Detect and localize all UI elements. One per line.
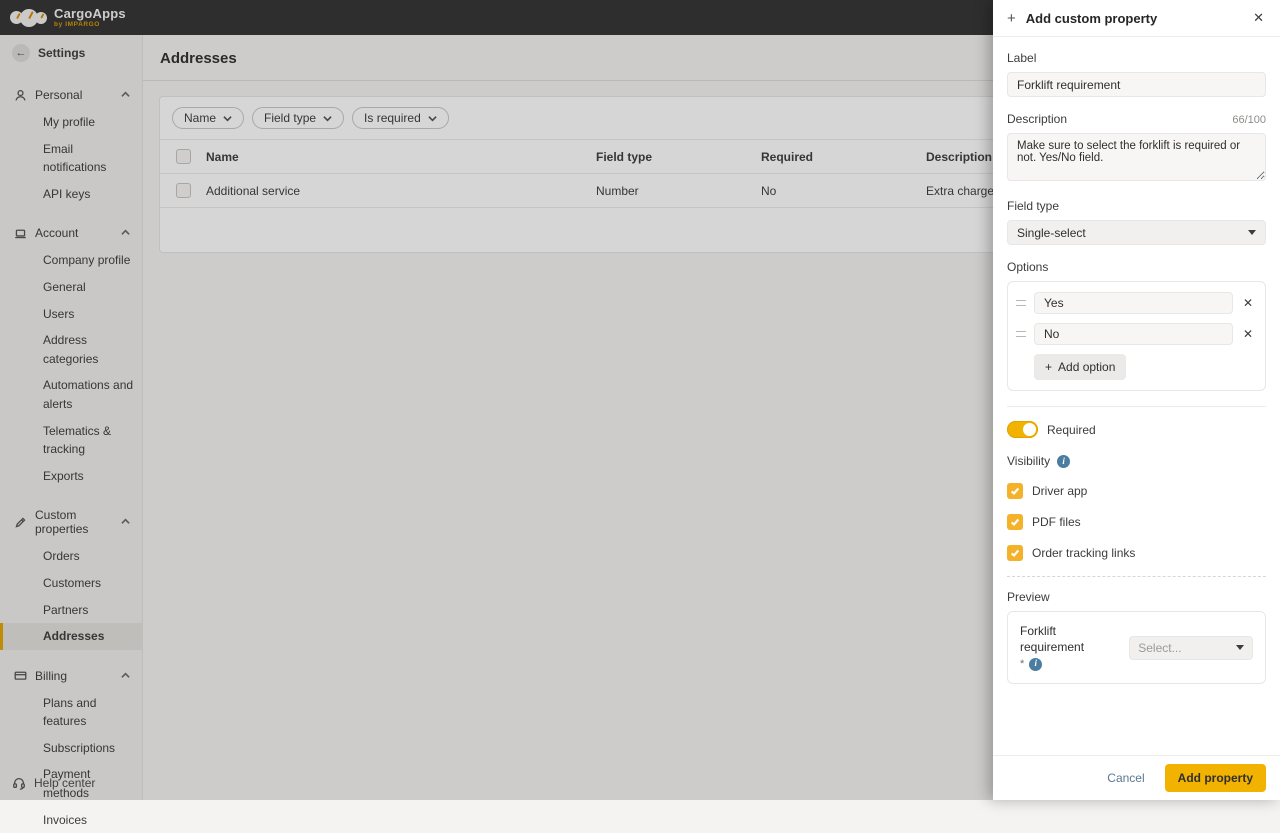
preview-card: Forklift requirement * i Select... [1007,611,1266,684]
caret-down-icon [1236,645,1244,650]
info-icon[interactable]: i [1029,658,1042,671]
caret-down-icon [1248,230,1256,235]
visibility-order-tracking-links[interactable]: Order tracking links [1007,545,1266,561]
character-counter: 66/100 [1232,114,1266,126]
option-input-yes[interactable] [1034,292,1233,314]
drawer-title: Add custom property [1026,11,1241,26]
cancel-button[interactable]: Cancel [1107,771,1144,785]
label-field-label: Label [1007,51,1266,65]
option-row: ✕ [1016,292,1255,314]
add-custom-property-drawer: + Add custom property ✕ Label Descriptio… [993,0,1280,800]
sidebar-item-invoices[interactable]: Invoices [0,807,142,833]
field-type-label: Field type [1007,199,1266,213]
required-asterisk: * [1020,657,1024,671]
preview-field-label: Forklift requirement [1020,624,1121,655]
description-textarea[interactable]: Make sure to select the forklift is requ… [1007,133,1266,181]
option-row: ✕ [1016,323,1255,345]
close-icon[interactable]: ✕ [1251,8,1266,28]
preview-label: Preview [1007,590,1266,604]
info-icon[interactable]: i [1057,455,1070,468]
add-option-button[interactable]: + Add option [1034,354,1126,380]
description-field-label: Description [1007,112,1067,126]
plus-icon: + [1045,360,1052,374]
required-toggle-label: Required [1047,423,1096,437]
checkbox-checked-icon[interactable] [1007,514,1023,530]
remove-option-icon[interactable]: ✕ [1241,327,1255,341]
visibility-pdf-files[interactable]: PDF files [1007,514,1266,530]
visibility-label: Visibility [1007,454,1050,468]
options-list: ✕ ✕ + Add option [1007,281,1266,391]
drag-handle-icon[interactable] [1016,331,1026,337]
option-input-no[interactable] [1034,323,1233,345]
add-property-button[interactable]: Add property [1165,764,1266,792]
label-input[interactable] [1007,72,1266,97]
checkbox-checked-icon[interactable] [1007,545,1023,561]
visibility-driver-app[interactable]: Driver app [1007,483,1266,499]
required-toggle[interactable] [1007,421,1038,438]
preview-select[interactable]: Select... [1129,636,1253,660]
checkbox-checked-icon[interactable] [1007,483,1023,499]
remove-option-icon[interactable]: ✕ [1241,296,1255,310]
field-type-select[interactable]: Single-select [1007,220,1266,245]
plus-icon: + [1007,10,1016,27]
options-label: Options [1007,260,1266,274]
drag-handle-icon[interactable] [1016,300,1026,306]
